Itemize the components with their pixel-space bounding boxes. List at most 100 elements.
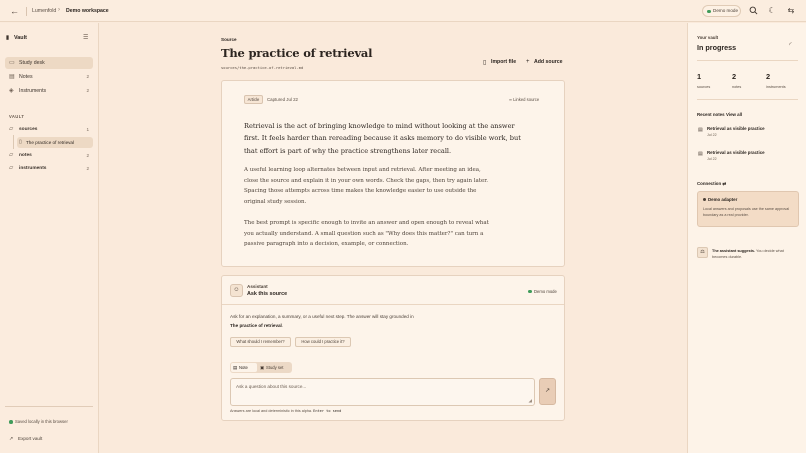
adapter-name: Demo adapter	[703, 197, 737, 202]
demo-mode-label: Demo mode	[713, 8, 739, 13]
view-all-link[interactable]: View all	[726, 112, 742, 117]
mode-toggle: ▤ Note ▣ Study set	[230, 362, 292, 373]
note-date: Jul 22	[707, 133, 717, 137]
vault-heading: ▮ Vault	[6, 35, 27, 41]
progress-spinner-icon: ◜	[789, 42, 792, 49]
import-label: Import file	[491, 59, 517, 65]
saved-status: Saved locally in this browser	[9, 419, 68, 424]
export-label: Export vault	[18, 436, 43, 441]
add-source-button[interactable]: + Add source	[526, 58, 563, 66]
export-vault-button[interactable]: ↗ Export vault	[9, 435, 43, 442]
sidebar-item-label: Instruments	[19, 88, 47, 94]
suggestion-bold: The assistant suggests.	[712, 249, 756, 253]
top-bar: ← Lumenfold › Demo workspace Demo mode ☾…	[0, 0, 806, 22]
export-arrow-icon: ↗	[9, 435, 14, 442]
document-icon: ▯	[19, 139, 22, 145]
divider	[697, 99, 798, 100]
assistant-kicker: Assistant	[247, 284, 268, 289]
desc-punct: .	[281, 322, 284, 328]
folder-label: notes	[19, 153, 32, 158]
suggestion-text: The assistant suggests. You decide what …	[712, 248, 799, 260]
divider	[697, 60, 798, 61]
assistant-title: Ask this source	[247, 291, 288, 297]
page-kicker: Source	[221, 37, 237, 42]
sidebar-item-study-desk[interactable]: ▭ Study desk	[5, 57, 93, 69]
vault-title: Vault	[14, 35, 27, 41]
suggestion-chip[interactable]: How could I practice it?	[295, 337, 351, 347]
sidebar-item-notes[interactable]: ▤ Notes 2	[5, 71, 93, 83]
moon-icon[interactable]: ☾	[767, 6, 777, 16]
layers-icon: ◈	[9, 88, 14, 94]
folder-sources[interactable]: ▱ sources 1	[5, 124, 93, 135]
document-icon: ▤	[698, 151, 703, 157]
tree-item-label: The practice of retrieval	[26, 140, 74, 145]
sidebar-item-label: Study desk	[19, 60, 45, 66]
file-icon: ▯	[483, 59, 487, 66]
cards-icon: ▣	[260, 365, 265, 370]
breadcrumb-separator-icon: ›	[58, 7, 60, 13]
folder-instruments[interactable]: ▱ instruments 2	[5, 163, 93, 174]
send-arrow-icon: ↗	[544, 388, 551, 394]
plus-icon: +	[526, 58, 530, 65]
collapse-sidebar-icon[interactable]: ☰	[83, 34, 88, 41]
desc-text: Ask for an explanation, a summary, or a …	[230, 314, 414, 319]
recent-notes-heading: Recent notes	[697, 112, 725, 117]
ask-input[interactable]	[236, 384, 526, 389]
stat-label: notes	[732, 85, 742, 89]
ask-box: ◢	[230, 378, 535, 406]
status-dot-icon	[703, 198, 706, 201]
folder-icon: ▱	[9, 165, 14, 171]
resize-grip-icon[interactable]: ◢	[529, 398, 532, 404]
recent-note-item[interactable]: ▤ Retrieval as visible practice Jul 22	[697, 150, 797, 164]
divider	[5, 406, 93, 407]
file-path: sources/the-practice-of-retrieval.md	[221, 65, 304, 70]
recent-note-item[interactable]: ▤ Retrieval as visible practice Jul 22	[697, 126, 797, 140]
folder-notes[interactable]: ▱ notes 2	[5, 150, 93, 161]
connection-heading: Connection ⇄	[697, 181, 726, 187]
article-paragraph: A useful learning loop alternates betwee…	[244, 167, 489, 205]
book-icon: ▭	[9, 60, 15, 66]
linked-source[interactable]: ∞ Linked source	[509, 97, 539, 102]
article-card: Article Captured Jul 22 ∞ Linked source …	[221, 80, 565, 267]
folder-label: instruments	[19, 166, 47, 171]
folder-label: sources	[19, 127, 38, 132]
stat-number: 1	[697, 72, 702, 81]
tree-item-source[interactable]: ▯ The practice of retrieval	[17, 137, 93, 148]
note-date: Jul 22	[707, 157, 717, 161]
mode-note-button[interactable]: ▤ Note	[231, 363, 257, 372]
breadcrumb-current: Demo workspace	[66, 8, 109, 14]
status-dot-icon	[9, 420, 13, 424]
footnote-text: Answers are local and deterministic in t…	[230, 409, 313, 413]
assistant-card: ☺ Assistant Ask this source Demo mode As…	[221, 275, 565, 421]
folder-icon: ▱	[9, 152, 14, 158]
search-icon[interactable]	[748, 6, 758, 16]
keyboard-hint: Enter to send	[313, 409, 342, 413]
demo-mode-badge: Demo mode	[702, 5, 741, 17]
sidebar-item-instruments[interactable]: ◈ Instruments 2	[5, 85, 93, 97]
demo-mode-label: Demo mode	[534, 289, 557, 294]
count-badge: 1	[86, 127, 89, 132]
assistant-description: Ask for an explanation, a summary, or a …	[230, 313, 420, 330]
mode-label: Note	[239, 365, 248, 370]
captured-date: Captured Jul 22	[267, 97, 298, 102]
import-file-button[interactable]: ▯ Import file	[483, 59, 517, 66]
switch-icon[interactable]: ⇄	[722, 181, 726, 186]
sidebar-item-label: Notes	[19, 74, 33, 80]
send-button[interactable]: ↗	[539, 378, 556, 405]
suggestion-chip[interactable]: What should I remember?	[230, 337, 291, 347]
mode-study-set-button[interactable]: ▣ Study set	[258, 363, 291, 372]
article-paragraph: The best prompt is specific enough to in…	[244, 220, 489, 248]
assistant-footnote: Answers are local and deterministic in t…	[230, 409, 341, 413]
divider	[26, 7, 27, 16]
back-arrow-icon[interactable]: ←	[10, 6, 20, 16]
adapter-card[interactable]: Demo adapter Local answers and proposals…	[697, 191, 799, 227]
mode-label: Study set	[266, 365, 284, 370]
count-badge: 2	[86, 74, 89, 79]
note-icon: ▤	[9, 74, 15, 80]
note-icon: ▤	[233, 365, 238, 370]
status-dot-icon	[707, 9, 711, 13]
breadcrumb-root[interactable]: Lumenfold	[32, 8, 56, 14]
sliders-icon[interactable]: ⇆	[786, 6, 796, 16]
vault-section-label: VAULT	[9, 114, 25, 119]
add-label: Add source	[534, 59, 563, 65]
